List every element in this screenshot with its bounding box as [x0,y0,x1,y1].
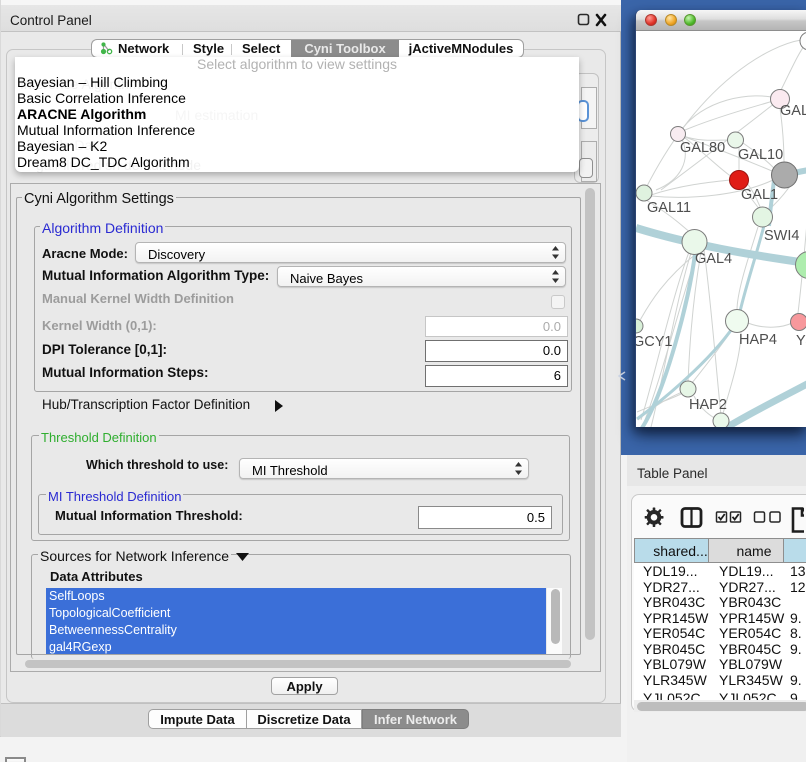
svg-text:GAL2: GAL2 [780,103,806,119]
svg-text:GAL4: GAL4 [695,251,732,267]
svg-text:GAL80: GAL80 [680,140,725,156]
svg-text:GAL1: GAL1 [741,187,778,203]
svg-text:GCY1: GCY1 [636,334,673,350]
svg-text:GAL10: GAL10 [738,147,783,163]
svg-text:HAP4: HAP4 [739,332,777,348]
svg-text:SWI4: SWI4 [764,228,799,244]
svg-text:GAL11: GAL11 [647,200,691,216]
svg-text:HAP2: HAP2 [689,397,727,413]
svg-text:YJ: YJ [796,333,806,349]
